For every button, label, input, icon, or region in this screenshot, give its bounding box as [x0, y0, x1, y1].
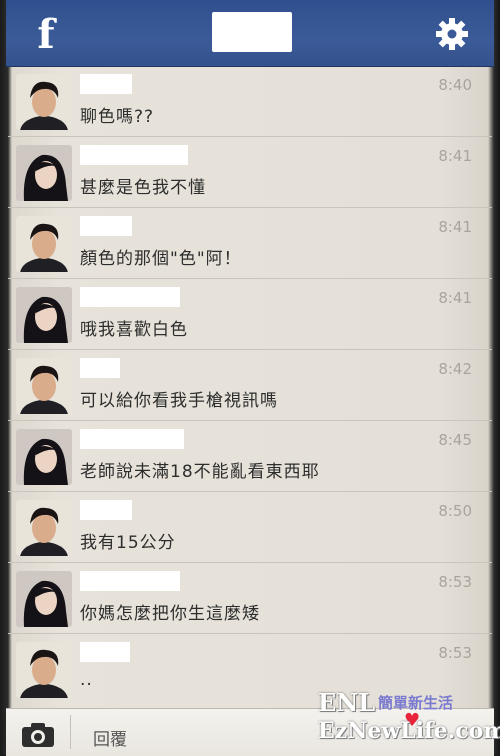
redacted-sender-name — [80, 145, 188, 165]
redacted-sender-name — [80, 358, 120, 378]
message-time: 8:41 — [438, 289, 472, 307]
message-text: 顏色的那個"色"阿！ — [80, 249, 242, 269]
message-time: 8:53 — [438, 573, 472, 591]
message-row[interactable]: 8:53 .. — [8, 634, 492, 698]
redacted-sender-name — [80, 216, 132, 236]
avatar — [16, 287, 72, 343]
avatar — [16, 358, 72, 414]
reply-placeholder: 回覆 — [93, 730, 127, 750]
watermark-logo: ENL 簡單新生活 ♥ EzNewLife.com — [318, 688, 500, 750]
messenger-screen: f 8:40 聊色嗎?? 8:41 甚麼是色我不懂 8:41 顏色的那個"色"阿… — [0, 0, 500, 756]
app-header: f — [6, 0, 494, 67]
message-time: 8:40 — [438, 76, 472, 94]
message-row[interactable]: 8:45 老師說未滿18不能亂看東西耶 — [8, 421, 492, 492]
message-text: 聊色嗎?? — [80, 107, 155, 127]
message-time: 8:41 — [438, 218, 472, 236]
message-list[interactable]: 8:40 聊色嗎?? 8:41 甚麼是色我不懂 8:41 顏色的那個"色"阿！ … — [8, 66, 492, 698]
message-row[interactable]: 8:41 哦我喜歡白色 — [8, 279, 492, 350]
message-row[interactable]: 8:41 顏色的那個"色"阿！ — [8, 208, 492, 279]
message-time: 8:42 — [438, 360, 472, 378]
avatar — [16, 429, 72, 485]
message-row[interactable]: 8:41 甚麼是色我不懂 — [8, 137, 492, 208]
message-row[interactable]: 8:40 聊色嗎?? — [8, 66, 492, 137]
message-time: 8:50 — [438, 502, 472, 520]
redacted-sender-name — [80, 571, 180, 591]
redacted-sender-name — [80, 74, 132, 94]
message-text: 我有15公分 — [80, 533, 176, 553]
watermark-brand: ENL — [318, 688, 376, 717]
message-text: 哦我喜歡白色 — [80, 320, 188, 340]
message-text: 甚麼是色我不懂 — [80, 178, 206, 198]
avatar — [16, 216, 72, 272]
message-time: 8:53 — [438, 644, 472, 662]
redacted-sender-name — [80, 500, 132, 520]
redacted-sender-name — [80, 287, 180, 307]
gear-icon[interactable] — [430, 14, 474, 54]
watermark-url: EzNewLife.com — [318, 718, 500, 744]
avatar — [16, 500, 72, 556]
redacted-chat-title — [212, 12, 292, 52]
redacted-sender-name — [80, 642, 130, 662]
message-time: 8:41 — [438, 147, 472, 165]
avatar — [16, 145, 72, 201]
avatar — [16, 74, 72, 130]
message-row[interactable]: 8:50 我有15公分 — [8, 492, 492, 563]
message-row[interactable]: 8:42 可以給你看我手槍視訊嗎 — [8, 350, 492, 421]
message-text: 老師說未滿18不能亂看東西耶 — [80, 462, 320, 482]
message-text: 可以給你看我手槍視訊嗎 — [80, 391, 278, 411]
message-text: .. — [80, 670, 93, 690]
facebook-logo[interactable]: f — [24, 10, 68, 60]
avatar — [16, 571, 72, 627]
message-text: 你媽怎麼把你生這麼矮 — [80, 604, 260, 624]
redacted-sender-name — [80, 429, 184, 449]
camera-icon[interactable] — [20, 721, 56, 749]
message-row[interactable]: 8:53 你媽怎麼把你生這麼矮 — [8, 563, 492, 634]
message-time: 8:45 — [438, 431, 472, 449]
avatar — [16, 642, 72, 698]
